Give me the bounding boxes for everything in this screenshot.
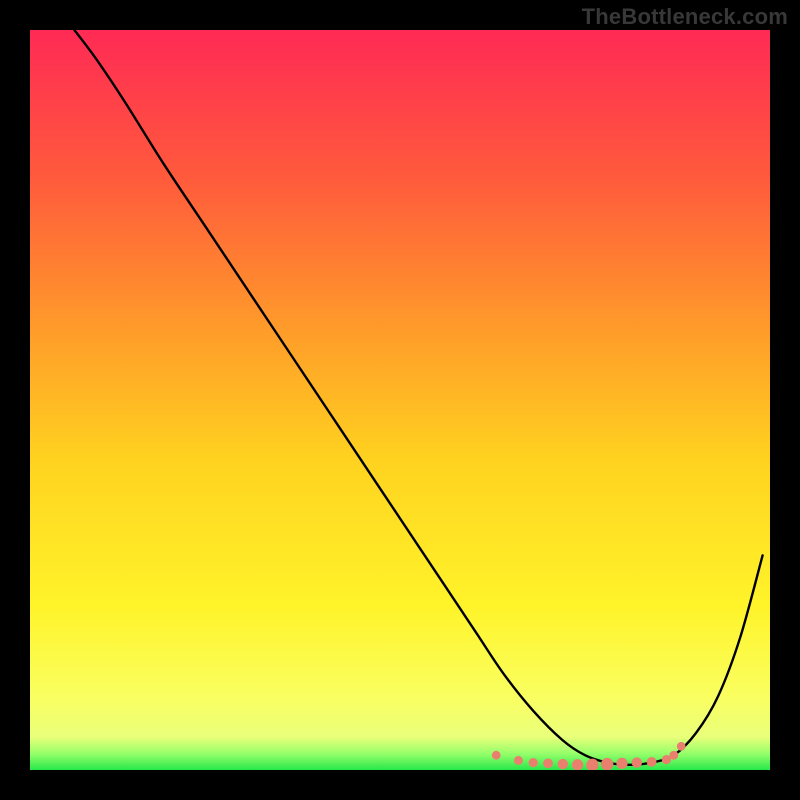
chart-svg xyxy=(30,30,770,770)
gradient-background xyxy=(30,30,770,770)
sample-point xyxy=(669,751,678,760)
sample-point xyxy=(616,758,627,769)
chart-frame: TheBottleneck.com xyxy=(0,0,800,800)
sample-point xyxy=(572,759,583,770)
sample-point xyxy=(529,758,538,767)
sample-point xyxy=(514,756,523,765)
sample-point xyxy=(543,758,553,768)
sample-point xyxy=(601,758,613,770)
plot-area xyxy=(30,30,770,770)
sample-point xyxy=(558,759,568,769)
sample-point xyxy=(492,751,501,760)
sample-point xyxy=(647,757,657,767)
sample-point xyxy=(632,757,642,767)
sample-point xyxy=(677,742,686,751)
watermark-text: TheBottleneck.com xyxy=(582,4,788,30)
